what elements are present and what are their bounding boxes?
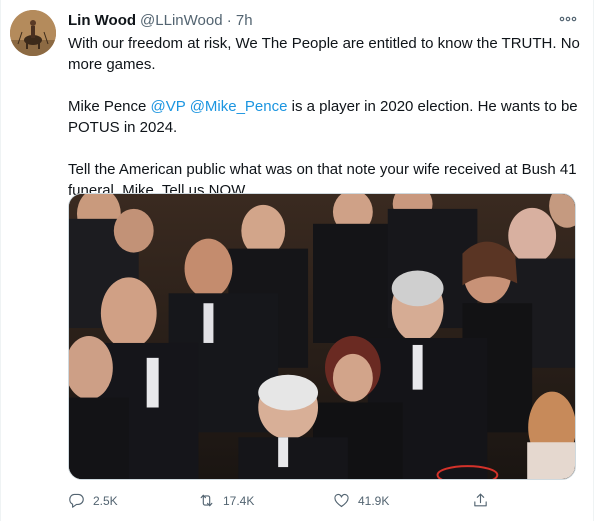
funeral-photo xyxy=(69,194,575,479)
tweet-actions: 2.5K 17.4K 41.9K xyxy=(68,492,508,514)
reply-icon xyxy=(69,493,84,508)
tweet-paragraph-1: With our freedom at risk, We The People … xyxy=(68,35,580,73)
share-icon xyxy=(474,493,487,507)
tweet-paragraph-2: Mike Pence @VP @Mike_Pence is a player i… xyxy=(68,96,588,138)
avatar-image xyxy=(10,10,56,56)
tweet-header: Lin Wood @LLinWood · 7h xyxy=(68,12,253,29)
retweet-count: 17.4K xyxy=(223,493,255,508)
retweet-button[interactable]: 17.4K xyxy=(198,492,254,509)
mention-mike-pence[interactable]: @Mike_Pence xyxy=(190,98,288,115)
like-icon xyxy=(334,493,349,508)
text-span: Mike Pence xyxy=(68,98,151,115)
author-name[interactable]: Lin Wood xyxy=(68,12,136,29)
retweet-icon xyxy=(200,494,213,507)
author-handle[interactable]: @LLinWood xyxy=(140,12,223,29)
like-count: 41.9K xyxy=(358,493,390,508)
avatar[interactable] xyxy=(10,10,56,56)
reply-button[interactable]: 2.5K xyxy=(68,492,118,509)
more-options-button[interactable] xyxy=(557,10,579,28)
tweet-time[interactable]: · 7h xyxy=(227,12,253,29)
like-button[interactable]: 41.9K xyxy=(333,492,389,509)
share-button[interactable] xyxy=(472,492,497,509)
tweet[interactable]: Lin Wood @LLinWood · 7h With our freedom … xyxy=(0,0,594,521)
tweet-photo[interactable] xyxy=(68,193,576,480)
reply-count: 2.5K xyxy=(93,493,118,508)
mention-vp[interactable]: @VP xyxy=(151,98,186,115)
more-icon xyxy=(559,16,577,22)
